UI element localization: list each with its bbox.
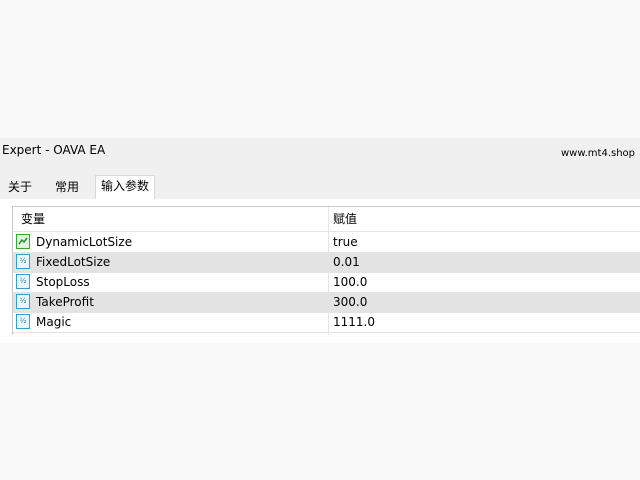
parameter-name: DynamicLotSize	[36, 235, 133, 249]
parameter-row-takeprofit[interactable]: ½ TakeProfit 300.0	[13, 292, 640, 313]
parameter-name: Magic	[36, 315, 72, 329]
dialog-tabs: 关于 常用 输入参数	[0, 175, 640, 236]
parameter-row-stoploss[interactable]: ½ StopLoss 100.0	[13, 272, 640, 293]
window-title: Expert - OAVA EA	[2, 143, 106, 157]
parameter-value[interactable]: 300.0	[333, 292, 367, 312]
parameter-value[interactable]: 100.0	[333, 272, 367, 292]
tab-about[interactable]: 关于	[2, 177, 38, 198]
variable-column-header[interactable]: 变量	[21, 207, 45, 231]
parameter-row-dynamiclotsize[interactable]: DynamicLotSize true	[13, 232, 640, 253]
double-value-icon: ½	[16, 274, 30, 289]
parameter-name: FixedLotSize	[36, 255, 111, 269]
parameter-row-fixedlotsize[interactable]: ½ FixedLotSize 0.01	[13, 252, 640, 273]
parameter-name: TakeProfit	[36, 295, 94, 309]
parameter-name: StopLoss	[36, 275, 90, 289]
tab-common[interactable]: 常用	[49, 177, 85, 198]
expert-properties-dialog: Expert - OAVA EA www.mt4.shop 关于 常用 输入参数…	[0, 138, 640, 343]
tab-input-parameters[interactable]: 输入参数	[95, 175, 155, 199]
input-parameters-table: 变量 赋值 DynamicLotSize true ½ FixedLotSize…	[12, 206, 640, 335]
double-value-icon: ½	[16, 294, 30, 309]
parameter-value[interactable]: 1111.0	[333, 312, 375, 332]
value-column-header[interactable]: 赋值	[333, 207, 357, 231]
double-value-icon: ½	[16, 254, 30, 269]
table-header: 变量 赋值	[13, 207, 640, 232]
double-value-icon: ½	[16, 314, 30, 329]
parameter-value[interactable]: true	[333, 232, 358, 252]
watermark-text: www.mt4.shop	[561, 148, 636, 159]
parameter-row-magic[interactable]: ½ Magic 1111.0	[13, 312, 640, 333]
parameter-value[interactable]: 0.01	[333, 252, 360, 272]
boolean-icon	[16, 234, 30, 249]
